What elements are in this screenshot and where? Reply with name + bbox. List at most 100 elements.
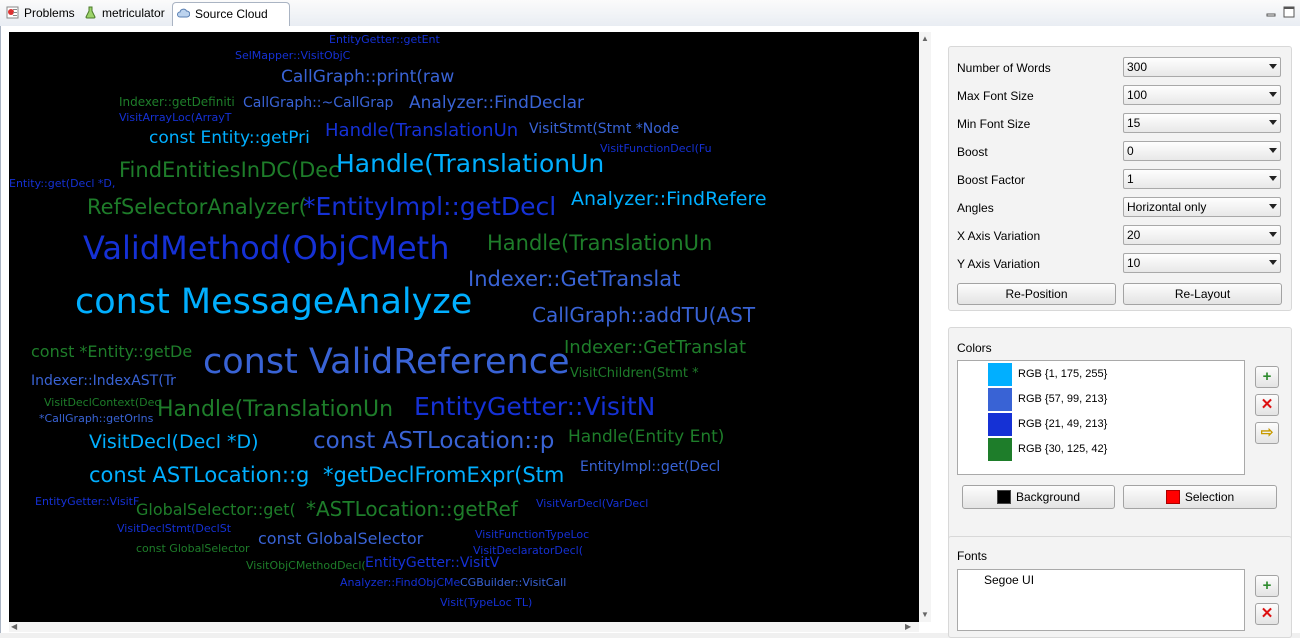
setting-dropdown[interactable]: 10 <box>1123 253 1281 273</box>
cloud-word[interactable]: *CallGraph::getOrIns <box>39 413 153 424</box>
tab-metriculator[interactable]: metriculator <box>80 2 172 24</box>
cloud-word[interactable]: SelMapper::VisitObjC <box>235 50 350 61</box>
cloud-word[interactable]: VisitDeclContext(Dec <box>44 397 160 408</box>
maximize-icon[interactable] <box>1282 5 1296 19</box>
cloud-word[interactable]: Indexer::GetTranslat <box>468 269 680 290</box>
font-list-item[interactable]: Segoe UI <box>984 573 1034 587</box>
cloud-word[interactable]: EntityGetter::getEnt <box>329 34 440 45</box>
setting-row: Boost Factor 1 <box>957 169 1283 191</box>
cloud-word[interactable]: Handle(TranslationUn <box>336 151 604 176</box>
relayout-button[interactable]: Re-Layout <box>1123 283 1282 305</box>
cloud-word[interactable]: const GlobalSelector <box>258 531 423 547</box>
cloud-word[interactable]: CallGraph::addTU(AST <box>532 305 755 325</box>
colors-panel: Colors RGB {1, 175, 255} RGB {57, 99, 213… <box>948 327 1292 551</box>
settings-panel: Number of Words 300 Max Font Size 100 Min Fo… <box>948 46 1292 311</box>
add-font-button[interactable]: + <box>1255 575 1279 597</box>
color-swatch <box>988 363 1012 386</box>
cloud-word[interactable]: RefSelectorAnalyzer( <box>87 197 307 218</box>
cloud-word[interactable]: const *Entity::getDe <box>31 344 192 360</box>
fonts-panel: Fonts Segoe UI + ✕ <box>948 536 1292 638</box>
cloud-word[interactable]: Handle(Entity Ent) <box>568 429 724 446</box>
cloud-word[interactable]: Handle(TranslationUn <box>325 122 518 140</box>
cloud-word[interactable]: VisitChildren(Stmt * <box>570 367 699 380</box>
scroll-up-icon[interactable]: ▲ <box>921 34 929 43</box>
cloud-word[interactable]: EntityGetter::VisitF <box>35 496 139 507</box>
font-list[interactable]: Segoe UI <box>957 569 1245 631</box>
cloud-word[interactable]: Analyzer::FindDeclar <box>409 95 584 112</box>
cloud-word[interactable]: const ValidReference <box>203 345 570 380</box>
cloud-word[interactable]: VisitArrayLoc(ArrayT <box>119 112 231 123</box>
cloud-word[interactable]: FindEntitiesInDC(Dec <box>119 160 340 181</box>
word-cloud-canvas[interactable]: const MessageAnalyze const ValidReference… <box>9 32 919 622</box>
cloud-word[interactable]: *ASTLocation::getRef <box>306 499 518 519</box>
cloud-word[interactable]: const Entity::getPri <box>149 130 310 147</box>
cloud-word[interactable]: const MessageAnalyze <box>75 285 472 320</box>
cloud-word[interactable]: Analyzer::FindRefere <box>571 190 767 209</box>
selection-button-label: Selection <box>1184 490 1235 504</box>
chevron-down-icon <box>1269 232 1277 237</box>
cloud-word[interactable]: Analyzer::FindObjCMe <box>340 577 460 588</box>
cloud-word[interactable]: Indexer::IndexAST(Tr <box>31 374 176 388</box>
apply-color-button[interactable]: ⇨ <box>1255 422 1279 444</box>
vertical-scrollbar[interactable]: ▲ ▼ <box>919 32 931 622</box>
minimize-icon[interactable] <box>1264 5 1278 19</box>
cloud-word[interactable]: VisitDeclStmt(DeclSt <box>117 523 231 534</box>
setting-dropdown[interactable]: 20 <box>1123 225 1281 245</box>
setting-dropdown[interactable]: 100 <box>1123 85 1281 105</box>
cloud-word[interactable]: Visit(TypeLoc TL) <box>440 597 532 608</box>
cloud-word[interactable]: CallGraph::~CallGrap <box>243 96 393 110</box>
color-list[interactable]: RGB {1, 175, 255} RGB {57, 99, 213} RGB {2… <box>957 360 1245 475</box>
add-color-button[interactable]: + <box>1255 366 1279 388</box>
remove-font-button[interactable]: ✕ <box>1255 603 1279 625</box>
arrow-right-icon: ⇨ <box>1260 424 1274 441</box>
cloud-word[interactable]: EntityGetter::VisitV <box>365 556 499 570</box>
cloud-word[interactable]: VisitStmt(Stmt *Node <box>529 122 679 136</box>
selection-color-button[interactable]: Selection <box>1123 485 1277 509</box>
color-list-item[interactable]: RGB {30, 125, 42} <box>988 438 1208 461</box>
color-list-item[interactable]: RGB {1, 175, 255} <box>988 363 1208 386</box>
scroll-down-icon[interactable]: ▼ <box>921 610 929 619</box>
cloud-word[interactable]: VisitVarDecl(VarDecl <box>536 498 648 509</box>
chevron-down-icon <box>1269 92 1277 97</box>
cloud-word[interactable]: ValidMethod(ObjCMeth <box>83 232 449 264</box>
tab-problems[interactable]: Problems <box>2 2 78 24</box>
reposition-button[interactable]: Re-Position <box>957 283 1116 305</box>
setting-value: 15 <box>1127 116 1141 130</box>
cloud-word[interactable]: *getDeclFromExpr(Stm <box>323 465 564 486</box>
cloud-word[interactable]: Handle(TranslationUn <box>487 233 712 254</box>
cloud-word[interactable]: VisitFunctionTypeLoc <box>475 529 589 540</box>
cloud-word[interactable]: Indexer::GetTranslat <box>564 339 746 357</box>
cloud-word[interactable]: Handle(TranslationUn <box>157 399 393 421</box>
background-color-button[interactable]: Background <box>962 485 1115 509</box>
cloud-word[interactable]: Indexer::getDefiniti <box>119 96 235 108</box>
flask-icon <box>85 6 96 19</box>
scroll-left-icon[interactable]: ◀ <box>11 622 17 631</box>
cloud-word[interactable]: GlobalSelector::get( <box>136 502 296 518</box>
setting-dropdown[interactable]: 15 <box>1123 113 1281 133</box>
setting-dropdown[interactable]: 0 <box>1123 141 1281 161</box>
setting-dropdown[interactable]: Horizontal only <box>1123 197 1281 217</box>
cloud-word[interactable]: EntityGetter::VisitN <box>414 394 655 419</box>
cloud-word[interactable]: VisitFunctionDecl(Fu <box>600 143 712 154</box>
setting-dropdown[interactable]: 300 <box>1123 57 1281 77</box>
chevron-down-icon <box>1269 120 1277 125</box>
horizontal-scrollbar[interactable]: ◀ ▶ <box>9 622 919 632</box>
cloud-word[interactable]: CGBuilder::VisitCall <box>460 577 566 588</box>
color-list-item[interactable]: RGB {21, 49, 213} <box>988 413 1208 436</box>
setting-dropdown[interactable]: 1 <box>1123 169 1281 189</box>
tab-source-cloud[interactable]: Source Cloud ✕ <box>172 2 290 43</box>
cloud-word[interactable]: CallGraph::print(raw <box>281 69 454 86</box>
cloud-word[interactable]: const GlobalSelector <box>136 543 250 554</box>
cloud-word[interactable]: *EntityImpl::getDecl <box>303 194 556 219</box>
setting-label: Y Axis Variation <box>957 257 1040 271</box>
cloud-word[interactable]: const ASTLocation::p <box>313 430 554 453</box>
cloud-word[interactable]: VisitDeclaratorDecl( <box>473 545 583 556</box>
color-list-item[interactable]: RGB {57, 99, 213} <box>988 388 1208 411</box>
cloud-word[interactable]: VisitDecl(Decl *D) <box>89 433 259 452</box>
cloud-word[interactable]: EntityImpl::get(Decl <box>580 460 720 474</box>
remove-color-button[interactable]: ✕ <box>1255 394 1279 416</box>
cloud-word[interactable]: VisitObjCMethodDecl( <box>246 560 366 571</box>
cloud-word[interactable]: const ASTLocation::g <box>89 465 309 486</box>
cloud-word[interactable]: Entity::get(Decl *D, <box>9 178 115 189</box>
scroll-right-icon[interactable]: ▶ <box>905 622 911 631</box>
